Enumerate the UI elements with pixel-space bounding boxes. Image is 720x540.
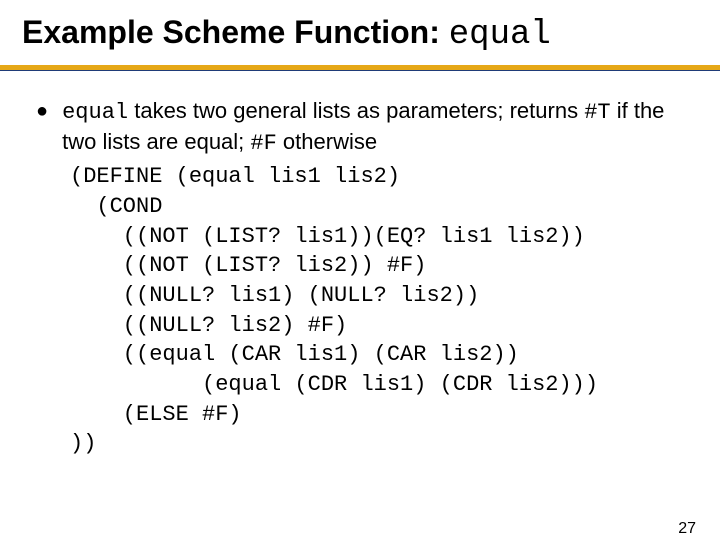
code-block: (DEFINE (equal lis1 lis2) (COND ((NOT (L… [70,162,690,459]
title-text: Example Scheme Function: [22,14,449,50]
bullet-item: ● equal takes two general lists as param… [36,97,690,158]
code-line-8: (equal (CDR lis1) (CDR lis2))) [70,372,598,397]
bullet-text-1: takes two general lists as parameters; r… [128,98,584,123]
code-line-10: )) [70,431,96,456]
bullet-mono-2: #T [584,100,610,125]
bullet-mono-1: equal [62,100,128,125]
slide: Example Scheme Function: equal ● equal t… [0,14,720,540]
code-line-9: (ELSE #F) [70,402,242,427]
code-line-6: ((NULL? lis2) #F) [70,313,347,338]
title-mono: equal [449,16,551,54]
page-number: 27 [678,520,696,538]
slide-title: Example Scheme Function: equal [22,14,720,55]
code-line-3: ((NOT (LIST? lis1))(EQ? lis1 lis2)) [70,224,585,249]
bullet-mono-3: #F [250,131,276,156]
code-line-4: ((NOT (LIST? lis2)) #F) [70,253,426,278]
bullet-text: equal takes two general lists as paramet… [62,97,690,158]
bullet-text-3: otherwise [277,129,377,154]
code-line-5: ((NULL? lis1) (NULL? lis2)) [70,283,479,308]
slide-body: ● equal takes two general lists as param… [36,97,690,459]
code-line-2: (COND [70,194,162,219]
code-line-7: ((equal (CAR lis1) (CAR lis2)) [70,342,519,367]
code-line-1: (DEFINE (equal lis1 lis2) [70,164,400,189]
divider-thin [0,70,720,71]
bullet-dot-icon: ● [36,99,48,123]
